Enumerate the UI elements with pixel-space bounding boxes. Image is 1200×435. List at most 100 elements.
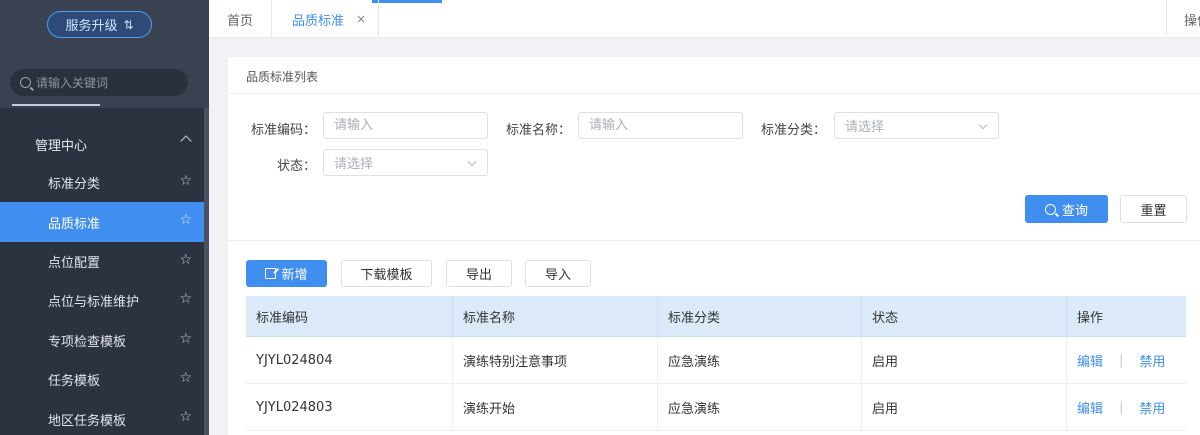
tab-quality-label: 品质标准 [292,13,345,29]
menu-group-label: 管理中心 [35,138,88,154]
table-header: 标准编码 标准名称 标准分类 状态 操作 [246,296,1186,337]
star-icon[interactable]: ☆ [179,410,192,424]
cell-actions: 编辑 | 禁用 [1067,337,1186,384]
column-header-status: 状态 [862,296,1067,337]
chevron-down-icon [467,157,477,167]
sidebar-header: 服务升级 ⇅ [0,0,209,108]
sidebar-item-quality-standard[interactable]: 品质标准 ☆ [0,202,204,242]
cell-name: 演练开始 [453,384,658,431]
status-filter-select[interactable]: 请选择 [323,149,488,176]
sidebar-item-label: 点位配置 [48,255,101,271]
reset-label: 重置 [1140,203,1167,219]
edit-link[interactable]: 编辑 [1077,398,1103,417]
search-icon [1044,203,1056,215]
category-filter-select[interactable]: 请选择 [834,112,999,139]
sidebar-item-label: 标准分类 [48,177,101,193]
disable-link[interactable]: 禁用 [1139,351,1165,370]
menu-items: 标准分类 ☆ 品质标准 ☆ 点位配置 ☆ 点位与标准维护 ☆ 专项检查模板 ☆ … [0,163,204,435]
reset-button[interactable]: 重置 [1120,195,1187,223]
tab-operations-menu[interactable]: 操作 [1166,0,1200,38]
import-label: 导入 [544,268,571,283]
disable-link[interactable]: 禁用 [1139,398,1165,417]
status-filter-placeholder: 请选择 [334,157,374,172]
sidebar-item-label: 任务模板 [48,374,101,390]
cell-category: 应急演练 [658,337,862,384]
sidebar-item-label: 地区任务模板 [48,413,127,429]
action-separator: | [1119,400,1124,415]
cell-name: 演练特别注意事项 [453,337,658,384]
menu-group-management[interactable]: 管理中心 [0,124,204,164]
sidebar-item-label: 点位与标准维护 [48,295,140,311]
query-label: 查询 [1061,203,1088,219]
category-filter-label: 标准分类： [760,123,826,138]
sidebar-item-region-task-template[interactable]: 地区任务模板 ☆ [0,399,204,435]
tab-ops-label: 操作 [1184,13,1200,29]
upgrade-arrows-icon: ⇅ [123,17,134,32]
edit-link[interactable]: 编辑 [1077,351,1103,370]
name-filter-label: 标准名称： [505,123,571,138]
status-filter-label: 状态： [276,159,316,174]
sidebar-item-task-template[interactable]: 任务模板 ☆ [0,360,204,399]
star-icon[interactable]: ☆ [179,213,192,227]
add-button[interactable]: 新增 [246,260,327,287]
cell-actions: 编辑 | 禁用 [1067,384,1186,431]
download-label: 下载模板 [360,268,413,283]
table-row: YJYL024803 演练开始 应急演练 启用 编辑 | 禁用 [246,384,1186,431]
sidebar-scrollbar[interactable] [204,108,209,435]
cell-code: YJYL024804 [246,337,453,384]
divider [228,240,1200,241]
code-filter-label: 标准编码： [250,123,316,138]
cutoff-menu-item [12,102,102,108]
sidebar-item-label: 专项检查模板 [48,334,127,350]
sidebar-item-special-inspection-template[interactable]: 专项检查模板 ☆ [0,321,204,360]
active-tab-indicator [372,0,442,3]
cell-category: 应急演练 [658,384,862,431]
upgrade-label: 服务升级 [65,19,118,34]
scrollbar-thumb[interactable] [204,108,209,435]
star-icon[interactable]: ☆ [179,174,192,188]
sidebar-item-standard-category[interactable]: 标准分类 ☆ [0,163,204,202]
action-separator: | [1119,353,1124,368]
star-icon[interactable]: ☆ [179,371,192,385]
column-header-name: 标准名称 [453,296,658,337]
standards-table: 标准编码 标准名称 标准分类 状态 操作 YJYL024804 演练特别注意事项… [246,296,1186,431]
category-filter-placeholder: 请选择 [845,120,885,135]
code-filter-input[interactable] [323,112,488,139]
chevron-up-icon [180,135,192,147]
tab-bar: 首页 品质标准 × 操作 [209,0,1200,38]
tab-home[interactable]: 首页 [209,0,272,38]
sidebar-search [10,69,188,96]
cell-status: 启用 [862,384,1067,431]
download-template-button[interactable]: 下载模板 [341,260,432,287]
column-header-category: 标准分类 [658,296,862,337]
star-icon[interactable]: ☆ [179,253,192,267]
sidebar-item-point-config[interactable]: 点位配置 ☆ [0,242,204,281]
cell-code: YJYL024803 [246,384,453,431]
close-icon[interactable]: × [356,12,366,26]
divider [228,93,1200,94]
main-panel: 品质标准列表 标准编码： 标准名称： 标准分类： 请选择 状态： 请选择 查询 … [228,57,1200,435]
chevron-down-icon [978,120,988,130]
cell-status: 启用 [862,337,1067,384]
tab-quality-standard[interactable]: 品质标准 × [272,0,379,38]
column-header-actions: 操作 [1077,311,1104,326]
export-label: 导出 [465,268,492,283]
import-button[interactable]: 导入 [525,260,591,287]
star-icon[interactable]: ☆ [179,292,192,306]
name-filter-input[interactable] [578,112,743,139]
add-label: 新增 [281,268,308,283]
sidebar: 服务升级 ⇅ 管理中心 标准分类 ☆ 品质标准 ☆ 点位配置 ☆ 点位与标准维护… [0,0,209,435]
edit-square-icon [265,268,277,279]
table-row: YJYL024804 演练特别注意事项 应急演练 启用 编辑 | 禁用 [246,337,1186,384]
tab-home-label: 首页 [226,13,253,29]
search-icon [20,77,31,88]
service-upgrade-button[interactable]: 服务升级 ⇅ [47,11,152,38]
star-icon[interactable]: ☆ [179,332,192,346]
sidebar-search-input[interactable] [36,75,176,90]
column-header-code: 标准编码 [246,296,453,337]
page-title: 品质标准列表 [246,70,319,84]
export-button[interactable]: 导出 [446,260,512,287]
query-button[interactable]: 查询 [1025,195,1108,223]
sidebar-item-point-standard-maintain[interactable]: 点位与标准维护 ☆ [0,281,204,320]
sidebar-item-label: 品质标准 [48,216,101,232]
